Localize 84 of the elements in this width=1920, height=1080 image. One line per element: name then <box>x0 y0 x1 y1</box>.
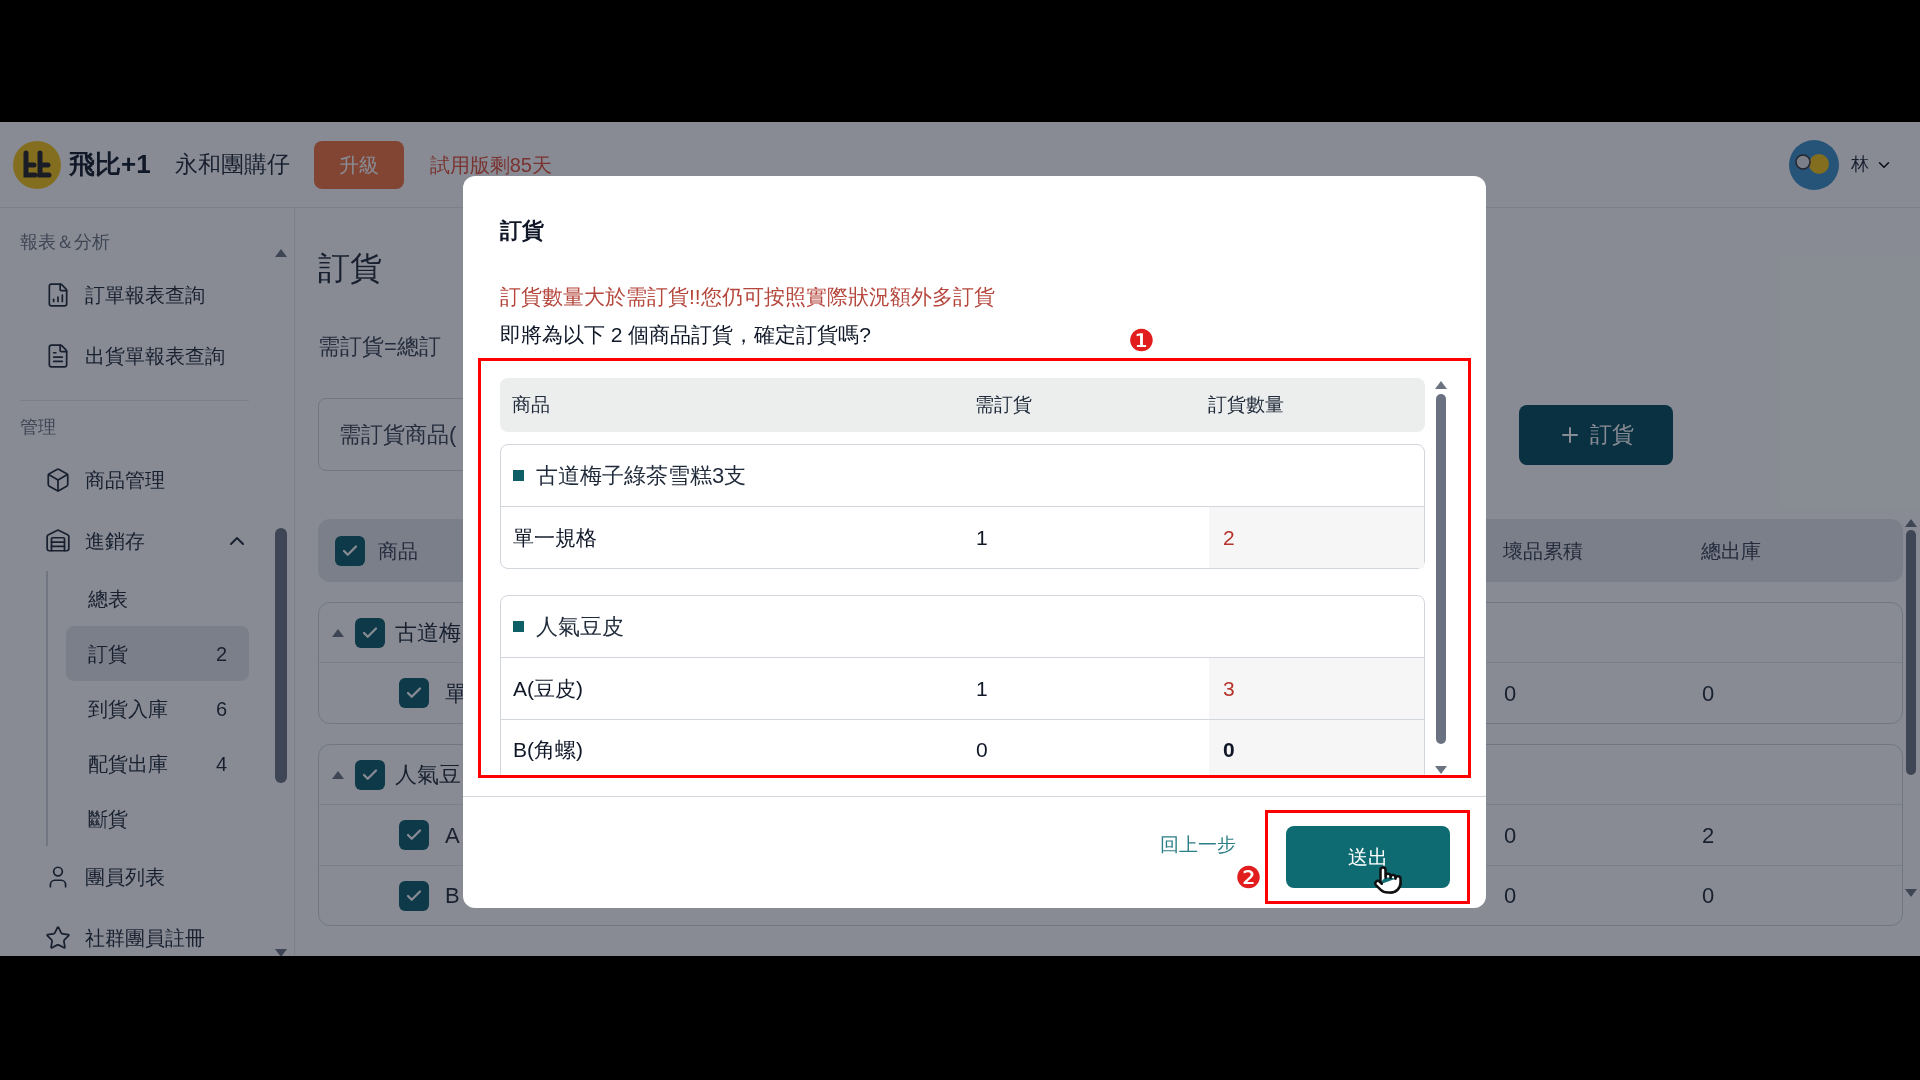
submenu-item[interactable]: 總表 <box>66 571 249 626</box>
count-label: 2 <box>215 641 227 667</box>
add-order-button[interactable]: 訂貨 <box>1519 404 1673 465</box>
quantity-cell: 2 <box>1209 507 1424 568</box>
sidebar-scrollbar[interactable] <box>274 248 288 956</box>
scroll-up-icon[interactable] <box>274 248 288 258</box>
section-label: 管理 <box>20 416 56 439</box>
box-icon <box>45 466 71 493</box>
checkbox[interactable] <box>399 678 429 708</box>
submenu-item[interactable]: 訂貨 2 <box>66 626 249 681</box>
hand-cursor-icon <box>1373 865 1403 895</box>
dialog-title: 訂貨 <box>499 217 545 245</box>
column-header: 總出庫 <box>1701 538 1762 564</box>
page-scrollbar[interactable] <box>1904 518 1918 898</box>
column-header: 商品 <box>512 392 551 417</box>
table-cell-text: 0 <box>1702 679 1716 708</box>
sidebar-item[interactable]: 商品管理 <box>20 449 249 510</box>
sidebar-item[interactable]: 團員列表 <box>20 846 249 907</box>
column-header: 需訂貨 <box>975 392 1033 417</box>
step-marker: ❷ <box>1235 863 1262 893</box>
scroll-up-icon[interactable] <box>1904 518 1918 528</box>
submenu-item[interactable]: 斷貨 <box>66 791 249 846</box>
scroll-down-icon[interactable] <box>1904 888 1918 898</box>
submit-button[interactable]: 送出 <box>1285 826 1450 888</box>
variant-name: B <box>445 882 460 910</box>
sidebar-item[interactable]: 訂單報表查詢 <box>20 264 249 325</box>
product-name: 人氣豆 <box>395 761 461 789</box>
bullet-icon <box>513 621 524 632</box>
formula-text: 需訂貨=總訂 <box>318 333 441 361</box>
logo-icon <box>13 140 61 189</box>
variant-name: A <box>445 821 460 850</box>
table-cell-text: 2 <box>1702 821 1716 850</box>
sidebar-item[interactable]: 出貨單報表查詢 <box>20 325 249 386</box>
star-icon <box>45 924 71 951</box>
variant-name: 單一規格 <box>512 524 598 551</box>
chart-document-icon <box>45 281 71 308</box>
checkbox[interactable] <box>399 820 429 850</box>
quantity-cell: 0 <box>1209 720 1424 775</box>
user-name[interactable]: 林 <box>1851 151 1869 178</box>
trial-notice: 試用版剩85天 <box>429 152 552 178</box>
warning-text: 訂貨數量大於需訂貨!!您仍可按照實際狀況額外多訂貨 <box>499 284 996 310</box>
checkbox[interactable] <box>355 617 385 648</box>
table-cell-text: 1 <box>976 524 989 551</box>
product-name: 古道梅 <box>395 619 461 647</box>
bullet-icon <box>513 470 524 481</box>
submenu-item[interactable]: 到貨入庫 6 <box>66 681 249 736</box>
page-title: 訂貨 <box>318 249 383 288</box>
scroll-down-icon[interactable] <box>1434 765 1448 775</box>
table-cell-text: 1 <box>976 675 989 702</box>
checkbox[interactable] <box>355 759 385 790</box>
product-name: 古道梅子綠茶雪糕3支 <box>536 462 747 490</box>
submenu-item[interactable]: 配貨出庫 4 <box>66 736 249 791</box>
variant-name: B(角螺) <box>512 737 584 764</box>
variant-name: A(豆皮) <box>512 675 584 702</box>
table-cell-text: 0 <box>1504 679 1518 708</box>
document-icon <box>45 342 71 369</box>
section-label: 報表＆分析 <box>20 231 110 254</box>
back-link[interactable]: 回上一步 <box>1160 831 1236 860</box>
column-header: 壞品累積 <box>1503 538 1584 564</box>
checkbox[interactable] <box>335 535 365 566</box>
store-name: 永和團購仔 <box>174 150 290 180</box>
scroll-up-icon[interactable] <box>1434 380 1448 390</box>
column-header: 訂貨數量 <box>1208 392 1285 417</box>
checkbox[interactable] <box>399 880 429 911</box>
warehouse-icon <box>45 527 71 554</box>
step-marker: ❶ <box>1128 326 1155 356</box>
collapse-icon[interactable] <box>331 627 345 638</box>
column-header: 商品 <box>378 538 418 564</box>
product-name: 人氣豆皮 <box>536 613 624 641</box>
brand-name: 飛比+1 <box>69 148 151 181</box>
sidebar-item[interactable]: 進銷存 <box>20 510 249 571</box>
count-label: 6 <box>215 696 227 722</box>
table-cell-text: 0 <box>1504 821 1518 850</box>
count-label: 4 <box>215 751 227 777</box>
sidebar-item[interactable]: 社群團員註冊 <box>20 907 249 956</box>
dialog-scrollbar[interactable] <box>1434 380 1448 775</box>
quantity-cell: 3 <box>1209 658 1424 719</box>
collapse-icon[interactable] <box>331 769 345 780</box>
table-cell-text: 0 <box>976 737 989 764</box>
confirm-question: 即將為以下 2 個商品訂貨，確定訂貨嗎? <box>500 321 872 348</box>
avatar-icon[interactable] <box>1789 139 1839 190</box>
table-cell-text: 0 <box>1702 882 1716 910</box>
scroll-down-icon[interactable] <box>274 948 288 956</box>
table-cell-text: 0 <box>1504 882 1518 910</box>
